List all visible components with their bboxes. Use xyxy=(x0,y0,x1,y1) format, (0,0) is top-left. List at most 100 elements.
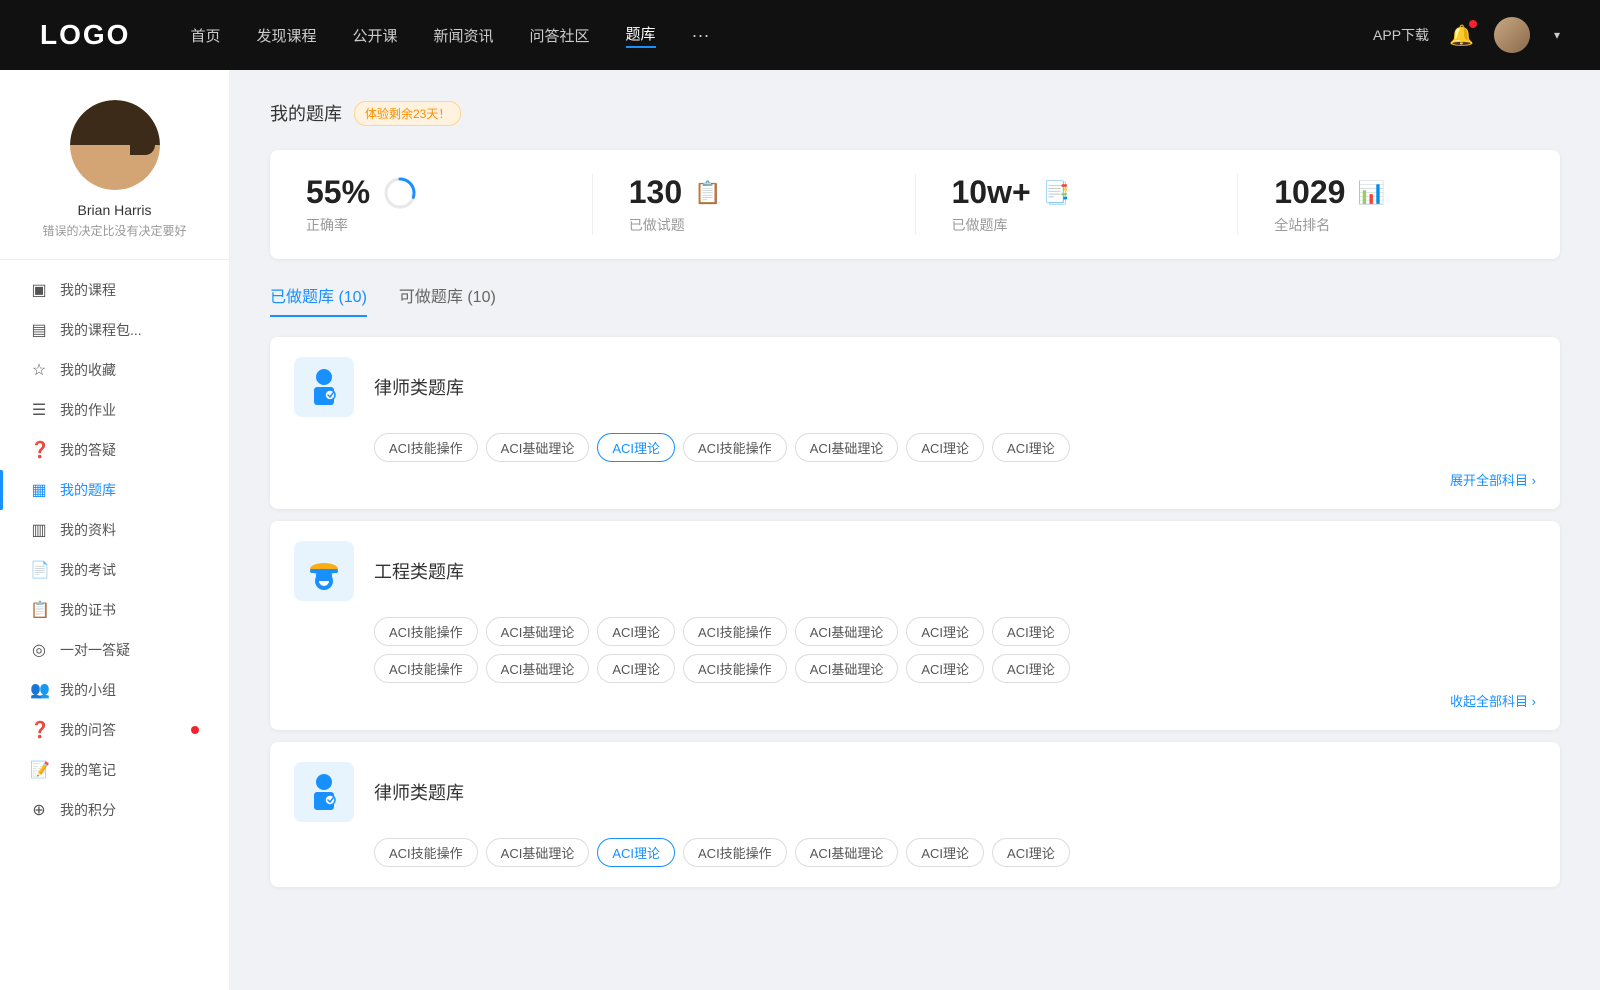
qbank-lawyer-2-icon-wrap xyxy=(294,762,354,822)
qbank-tag[interactable]: ACI理论 xyxy=(906,838,984,867)
correct-rate-icon xyxy=(382,175,418,211)
sidebar-item-label: 我的收藏 xyxy=(60,360,199,380)
qbank-tag[interactable]: ACI技能操作 xyxy=(683,433,787,462)
qbank-tag[interactable]: ACI基础理论 xyxy=(795,617,899,646)
qbank-card-lawyer-1: 律师类题库 ACI技能操作 ACI基础理论 ACI理论 ACI技能操作 ACI基… xyxy=(270,337,1560,509)
qbank-tags-row: ACI技能操作 ACI基础理论 ACI理论 ACI技能操作 ACI基础理论 AC… xyxy=(374,433,1536,462)
qbank-tag[interactable]: ACI技能操作 xyxy=(374,433,478,462)
my-qa-icon: ❓ xyxy=(30,720,48,740)
qbank-tags-row: ACI技能操作 ACI基础理论 ACI理论 ACI技能操作 ACI基础理论 AC… xyxy=(374,838,1536,867)
rank-icon: 📊 xyxy=(1357,180,1384,206)
nav-more[interactable]: ··· xyxy=(692,25,710,46)
sidebar-item-favorites[interactable]: ☆ 我的收藏 xyxy=(0,350,229,390)
stat-correct-rate-value: 55% xyxy=(306,174,370,211)
qbank-tag[interactable]: ACI基础理论 xyxy=(486,433,590,462)
qbank-tag[interactable]: ACI基础理论 xyxy=(795,433,899,462)
qbank-engineer-icon-wrap xyxy=(294,541,354,601)
sidebar-item-group[interactable]: 👥 我的小组 xyxy=(0,670,229,710)
exam-icon: 📄 xyxy=(30,560,48,580)
qbank-lawyer-icon-wrap xyxy=(294,357,354,417)
questions-icon: 📋 xyxy=(694,180,721,206)
qbank-tag-highlight[interactable]: ACI理论 xyxy=(597,838,675,867)
navbar-right: APP下载 🔔 ▾ xyxy=(1373,17,1560,53)
sidebar-item-my-qa[interactable]: ❓ 我的问答 xyxy=(0,710,229,750)
main-layout: Brian Harris 错误的决定比没有决定要好 ▣ 我的课程 ▤ 我的课程包… xyxy=(0,70,1600,990)
sidebar-item-qa[interactable]: ❓ 我的答疑 xyxy=(0,430,229,470)
qbank-tag[interactable]: ACI技能操作 xyxy=(374,617,478,646)
sidebar-item-points[interactable]: ⊕ 我的积分 xyxy=(0,790,229,830)
sidebar-item-my-course[interactable]: ▣ 我的课程 xyxy=(0,270,229,310)
qbank-icon: ▦ xyxy=(30,480,48,500)
qbank-tag[interactable]: ACI理论 xyxy=(906,654,984,683)
sidebar-item-exam[interactable]: 📄 我的考试 xyxy=(0,550,229,590)
sidebar-item-label: 一对一答疑 xyxy=(60,640,199,660)
qbank-tag-highlight[interactable]: ACI理论 xyxy=(597,433,675,462)
qbank-tag[interactable]: ACI理论 xyxy=(597,654,675,683)
qbank-lawyer-2-tags: ACI技能操作 ACI基础理论 ACI理论 ACI技能操作 ACI基础理论 AC… xyxy=(294,838,1536,867)
nav-discover[interactable]: 发现课程 xyxy=(256,25,316,46)
qbank-tag[interactable]: ACI基础理论 xyxy=(795,838,899,867)
sidebar-item-label: 我的题库 xyxy=(60,480,199,500)
qbank-tag[interactable]: ACI技能操作 xyxy=(683,654,787,683)
tab-available[interactable]: 可做题库 (10) xyxy=(399,283,496,317)
sidebar-item-certificate[interactable]: 📋 我的证书 xyxy=(0,590,229,630)
avatar-face-graphic xyxy=(70,100,160,190)
points-icon: ⊕ xyxy=(30,800,48,820)
qbank-tag[interactable]: ACI技能操作 xyxy=(683,617,787,646)
page-title: 我的题库 xyxy=(270,100,342,126)
lawyer-icon-2 xyxy=(302,770,346,814)
stat-value-row: 55% xyxy=(306,174,418,211)
tab-done[interactable]: 已做题库 (10) xyxy=(270,283,367,317)
qbank-card-lawyer-2: 律师类题库 ACI技能操作 ACI基础理论 ACI理论 ACI技能操作 ACI基… xyxy=(270,742,1560,887)
app-download-button[interactable]: APP下载 xyxy=(1373,25,1429,45)
qbank-tag[interactable]: ACI理论 xyxy=(906,433,984,462)
sidebar-item-label: 我的作业 xyxy=(60,400,199,420)
sidebar-item-one-on-one[interactable]: ◎ 一对一答疑 xyxy=(0,630,229,670)
nav-home[interactable]: 首页 xyxy=(190,25,220,46)
user-menu-chevron[interactable]: ▾ xyxy=(1554,28,1560,42)
notification-bell[interactable]: 🔔 xyxy=(1449,23,1474,48)
qbank-tag[interactable]: ACI理论 xyxy=(906,617,984,646)
qbank-tag[interactable]: ACI理论 xyxy=(597,617,675,646)
qbank-tag[interactable]: ACI技能操作 xyxy=(374,838,478,867)
avatar-hair-graphic xyxy=(70,100,160,145)
qbank-tag[interactable]: ACI技能操作 xyxy=(374,654,478,683)
stat-banks-done-label: 已做题库 xyxy=(952,215,1008,235)
tabs-row: 已做题库 (10) 可做题库 (10) xyxy=(270,283,1560,317)
qbank-lawyer-1-tags: ACI技能操作 ACI基础理论 ACI理论 ACI技能操作 ACI基础理论 AC… xyxy=(294,433,1536,489)
qbank-collapse-button[interactable]: 收起全部科目 › xyxy=(374,691,1536,710)
nav-questionbank[interactable]: 题库 xyxy=(626,23,656,48)
sidebar-item-notes[interactable]: 📝 我的笔记 xyxy=(0,750,229,790)
logo: LOGO xyxy=(40,19,130,51)
lawyer-icon xyxy=(302,365,346,409)
qbank-tag[interactable]: ACI理论 xyxy=(992,433,1070,462)
sidebar-item-label: 我的问答 xyxy=(60,720,177,740)
stats-row: 55% 正确率 130 📋 已做试题 10w+ xyxy=(270,150,1560,259)
nav-opencourse[interactable]: 公开课 xyxy=(352,25,397,46)
nav-qa[interactable]: 问答社区 xyxy=(530,25,590,46)
sidebar-item-questionbank[interactable]: ▦ 我的题库 xyxy=(0,470,229,510)
trial-badge: 体验剩余23天！ xyxy=(354,101,461,126)
qbank-tag[interactable]: ACI理论 xyxy=(992,838,1070,867)
sidebar-item-materials[interactable]: ▥ 我的资料 xyxy=(0,510,229,550)
qbank-tag[interactable]: ACI技能操作 xyxy=(683,838,787,867)
qbank-tag[interactable]: ACI基础理论 xyxy=(486,617,590,646)
sidebar-item-label: 我的考试 xyxy=(60,560,199,580)
stat-banks-done: 10w+ 📑 已做题库 xyxy=(916,174,1239,235)
stat-site-rank-label: 全站排名 xyxy=(1274,215,1330,235)
stat-questions-done-value: 130 xyxy=(629,174,682,211)
qbank-tag[interactable]: ACI理论 xyxy=(992,654,1070,683)
notification-badge xyxy=(1469,20,1477,28)
nav-menu: 首页 发现课程 公开课 新闻资讯 问答社区 题库 ··· xyxy=(190,23,1373,48)
sidebar-item-course-package[interactable]: ▤ 我的课程包... xyxy=(0,310,229,350)
qbank-tag[interactable]: ACI基础理论 xyxy=(486,654,590,683)
qbank-tag[interactable]: ACI基础理论 xyxy=(486,838,590,867)
sidebar: Brian Harris 错误的决定比没有决定要好 ▣ 我的课程 ▤ 我的课程包… xyxy=(0,70,230,990)
page-header: 我的题库 体验剩余23天！ xyxy=(270,100,1560,126)
qbank-expand-button[interactable]: 展开全部科目 › xyxy=(374,470,1536,489)
nav-news[interactable]: 新闻资讯 xyxy=(434,25,494,46)
qbank-tag[interactable]: ACI理论 xyxy=(992,617,1070,646)
sidebar-item-homework[interactable]: ☰ 我的作业 xyxy=(0,390,229,430)
qbank-tag[interactable]: ACI基础理论 xyxy=(795,654,899,683)
avatar[interactable] xyxy=(1494,17,1530,53)
